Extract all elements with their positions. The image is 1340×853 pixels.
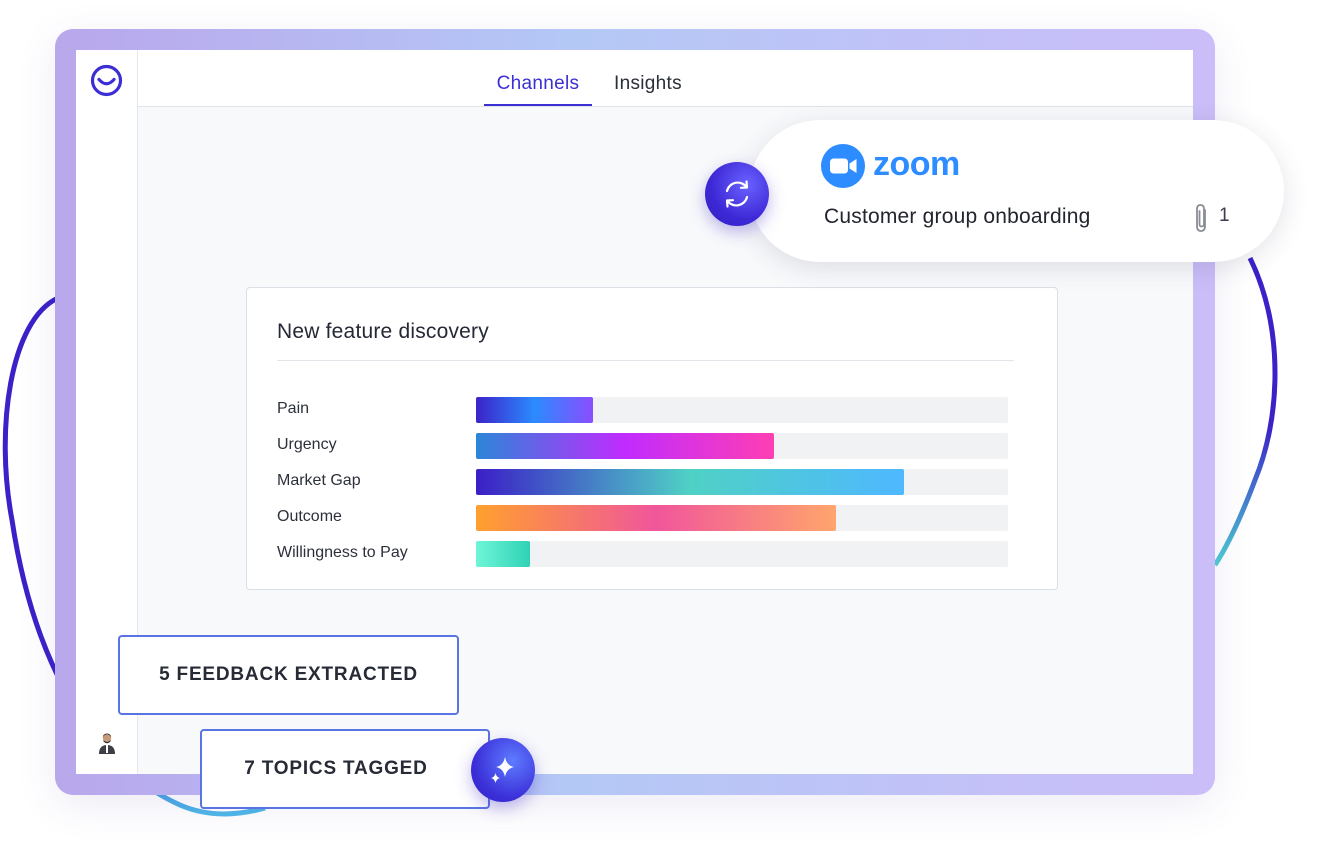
score-label: Outcome xyxy=(277,508,342,525)
score-track xyxy=(476,433,1008,459)
score-bar xyxy=(476,397,594,423)
card-divider xyxy=(277,360,1014,361)
score-row: Willingness to Pay xyxy=(277,541,1017,567)
attachment-count: 1 xyxy=(1219,205,1230,226)
score-track xyxy=(476,505,1008,531)
score-label: Pain xyxy=(277,400,310,417)
sync-button[interactable] xyxy=(705,162,769,226)
score-label: Market Gap xyxy=(277,472,361,489)
user-avatar[interactable] xyxy=(98,732,116,754)
topics-tagged-badge: 7 TOPICS TAGGED xyxy=(200,729,490,809)
sparkle-icon xyxy=(491,757,514,783)
meeting-title: Customer group onboarding xyxy=(824,205,1091,228)
score-row: Urgency xyxy=(277,433,1017,459)
tab-channels[interactable]: Channels xyxy=(484,72,592,106)
score-label: Urgency xyxy=(277,436,337,453)
sync-arrows-icon xyxy=(725,180,749,208)
feedback-extracted-badge: 5 FEEDBACK EXTRACTED xyxy=(118,635,459,715)
score-row: Market Gap xyxy=(277,469,1017,495)
score-bar xyxy=(476,469,905,495)
score-bar xyxy=(476,505,837,531)
score-bar xyxy=(476,541,531,567)
score-bar xyxy=(476,433,774,459)
score-label: Willingness to Pay xyxy=(277,544,408,561)
score-row: Pain xyxy=(277,397,1017,423)
score-track xyxy=(476,541,1008,567)
zoom-camera-icon xyxy=(821,144,865,188)
tab-insights[interactable]: Insights xyxy=(608,72,698,106)
ai-sparkle-button[interactable] xyxy=(471,738,535,802)
feature-discovery-card: New feature discovery Pain Urgency Marke… xyxy=(246,287,1058,590)
score-track xyxy=(476,469,1008,495)
score-track xyxy=(476,397,1008,423)
zoom-wordmark: zoom xyxy=(873,145,960,183)
score-row: Outcome xyxy=(277,505,1017,531)
zoom-meeting-card[interactable]: zoom Customer group onboarding 1 xyxy=(749,120,1284,262)
top-navigation: Channels Insights xyxy=(138,50,1193,107)
app-logo-icon[interactable] xyxy=(90,64,123,97)
paperclip-icon xyxy=(1196,204,1206,232)
card-title: New feature discovery xyxy=(277,320,489,343)
